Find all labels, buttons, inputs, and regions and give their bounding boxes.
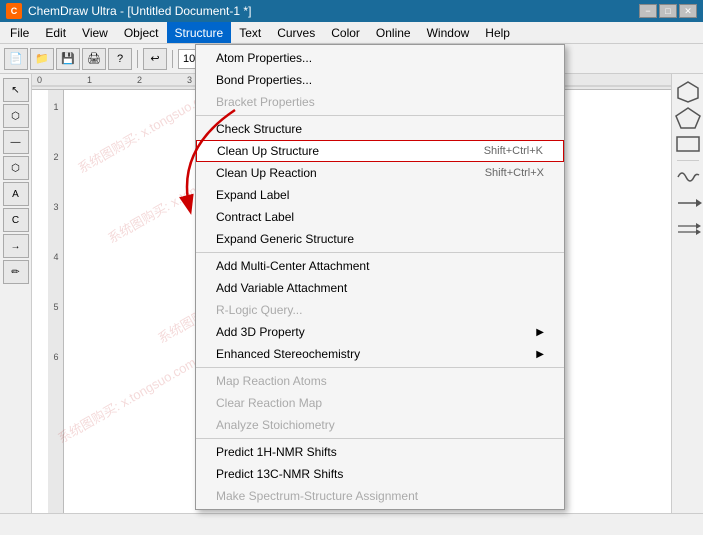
menu-rlogic-query: R-Logic Query...: [196, 299, 564, 321]
menu-clear-reaction: Clear Reaction Map: [196, 392, 564, 414]
sep4: [196, 438, 564, 439]
sep2: [196, 252, 564, 253]
cleanup-reaction-shortcut: Shift+Ctrl+X: [485, 167, 544, 179]
predict-1h-label: Predict 1H-NMR Shifts: [216, 445, 337, 459]
menu-check-structure[interactable]: Check Structure: [196, 118, 564, 140]
menu-analyze-stoich: Analyze Stoichiometry: [196, 414, 564, 436]
rlogic-query-label: R-Logic Query...: [216, 303, 302, 317]
bond-properties-label: Bond Properties...: [216, 73, 312, 87]
check-structure-label: Check Structure: [216, 122, 302, 136]
expand-label-label: Expand Label: [216, 188, 289, 202]
menu-add-3d[interactable]: Add 3D Property ▶: [196, 321, 564, 343]
menu-add-multicenter[interactable]: Add Multi-Center Attachment: [196, 255, 564, 277]
enhanced-stereo-arrow: ▶: [536, 349, 544, 360]
menu-predict-13c[interactable]: Predict 13C-NMR Shifts: [196, 463, 564, 485]
contract-label-label: Contract Label: [216, 210, 294, 224]
make-spectrum-label: Make Spectrum-Structure Assignment: [216, 489, 418, 503]
cleanup-reaction-label: Clean Up Reaction: [216, 166, 317, 180]
menu-predict-1h[interactable]: Predict 1H-NMR Shifts: [196, 441, 564, 463]
dropdown-overlay[interactable]: Atom Properties... Bond Properties... Br…: [0, 0, 703, 535]
sep3: [196, 367, 564, 368]
menu-contract-label[interactable]: Contract Label: [196, 206, 564, 228]
cleanup-structure-label: Clean Up Structure: [217, 144, 319, 158]
clear-reaction-label: Clear Reaction Map: [216, 396, 322, 410]
menu-make-spectrum: Make Spectrum-Structure Assignment: [196, 485, 564, 507]
menu-expand-label[interactable]: Expand Label: [196, 184, 564, 206]
menu-bond-properties[interactable]: Bond Properties...: [196, 69, 564, 91]
analyze-stoich-label: Analyze Stoichiometry: [216, 418, 335, 432]
bracket-properties-label: Bracket Properties: [216, 95, 315, 109]
map-reaction-label: Map Reaction Atoms: [216, 374, 327, 388]
menu-cleanup-structure[interactable]: Clean Up Structure Shift+Ctrl+K: [196, 140, 564, 162]
menu-bracket-properties: Bracket Properties: [196, 91, 564, 113]
menu-enhanced-stereo[interactable]: Enhanced Stereochemistry ▶: [196, 343, 564, 365]
menu-cleanup-reaction[interactable]: Clean Up Reaction Shift+Ctrl+X: [196, 162, 564, 184]
add-variable-label: Add Variable Attachment: [216, 281, 347, 295]
expand-generic-label: Expand Generic Structure: [216, 232, 354, 246]
cleanup-structure-shortcut: Shift+Ctrl+K: [484, 145, 543, 157]
menu-map-reaction: Map Reaction Atoms: [196, 370, 564, 392]
predict-13c-label: Predict 13C-NMR Shifts: [216, 467, 343, 481]
add-multicenter-label: Add Multi-Center Attachment: [216, 259, 369, 273]
structure-menu: Atom Properties... Bond Properties... Br…: [195, 44, 565, 510]
add-3d-label: Add 3D Property: [216, 325, 305, 339]
menu-atom-properties[interactable]: Atom Properties...: [196, 47, 564, 69]
menu-expand-generic[interactable]: Expand Generic Structure: [196, 228, 564, 250]
sep1: [196, 115, 564, 116]
atom-properties-label: Atom Properties...: [216, 51, 312, 65]
enhanced-stereo-label: Enhanced Stereochemistry: [216, 347, 360, 361]
menu-add-variable[interactable]: Add Variable Attachment: [196, 277, 564, 299]
add-3d-arrow: ▶: [536, 327, 544, 338]
